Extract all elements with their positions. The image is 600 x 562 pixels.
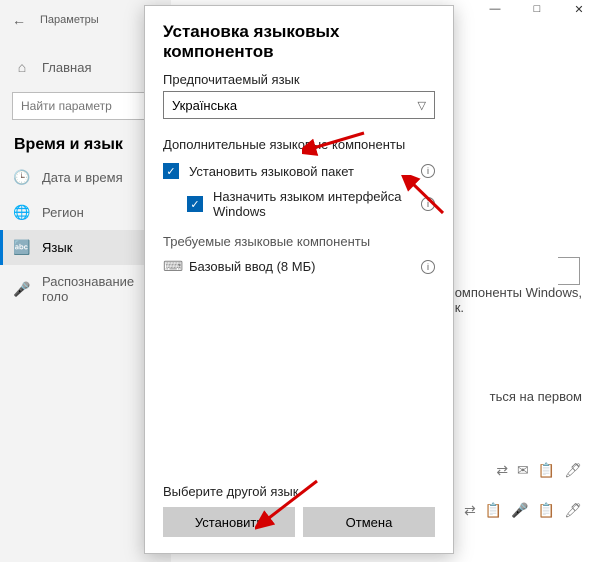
globe-icon: 🌐 — [14, 204, 30, 221]
choose-another-language-link[interactable]: Выберите другой язык — [163, 484, 435, 499]
info-icon[interactable]: i — [421, 197, 435, 211]
language-combobox[interactable]: Українська ▽ — [163, 91, 435, 119]
option-install-language-pack[interactable]: ✓ Установить языковой пакет i — [163, 158, 435, 184]
sync-icon: ⇄ — [496, 462, 508, 479]
sidebar-item-label: Регион — [42, 205, 84, 220]
option-label: Назначить языком интерфейса Windows — [213, 189, 435, 219]
feature-icon-row: ⇄ 📋 🎤 📋 🖊 — [464, 502, 582, 519]
pen-icon: 🖊 — [564, 462, 582, 479]
back-arrow-icon[interactable]: ← — [12, 12, 26, 28]
keyboard-icon: ⌨ — [163, 258, 179, 275]
info-icon[interactable]: i — [421, 164, 435, 178]
search-container — [12, 92, 159, 120]
option-label: Установить языковой пакет — [189, 164, 354, 179]
sidebar-item-label: Дата и время — [42, 170, 123, 185]
feature-icon-row: ⇄ ✉ 📋 🖊 — [496, 462, 582, 479]
sidebar-item-label: Главная — [42, 60, 91, 75]
dialog-title: Установка языковых компонентов — [163, 22, 435, 62]
sync-icon: ⇄ — [464, 502, 476, 519]
cancel-button[interactable]: Отмена — [303, 507, 435, 537]
dialog-button-row: Установить Отмена — [163, 507, 435, 537]
dialog-body: Установка языковых компонентов Предпочит… — [145, 6, 453, 474]
mic-icon: 🎤 — [511, 502, 528, 519]
home-icon: ⌂ — [14, 59, 30, 75]
required-basic-input: ⌨ Базовый ввод (8 МБ) i — [163, 253, 435, 280]
required-components-heading: Требуемые языковые компоненты — [163, 234, 435, 249]
language-icon: 🔤 — [14, 239, 30, 256]
mic-icon: 🎤 — [14, 281, 30, 298]
install-button[interactable]: Установить — [163, 507, 295, 537]
app-title: Параметры — [40, 14, 99, 26]
clock-icon: 🕒 — [14, 169, 30, 186]
text-fragment: ться на первом — [490, 389, 582, 404]
clipboard-icon: 📋 — [538, 502, 555, 519]
close-button[interactable]: ✕ — [558, 0, 600, 18]
info-icon[interactable]: i — [421, 260, 435, 274]
checkbox-checked-icon[interactable]: ✓ — [163, 163, 179, 179]
dropdown-fragment — [558, 257, 580, 285]
dialog-footer: Выберите другой язык Установить Отмена — [145, 474, 453, 553]
maximize-button[interactable]: □ — [516, 0, 558, 18]
sidebar-item-label: Распознавание голо — [42, 274, 157, 304]
pen-icon: 🖊 — [564, 502, 582, 519]
window-controls: — □ ✕ — [474, 0, 600, 18]
checkbox-checked-icon[interactable]: ✓ — [187, 196, 203, 212]
clipboard-icon: 📋 — [485, 502, 502, 519]
clipboard-icon: 📋 — [538, 462, 555, 479]
combobox-value: Українська — [172, 98, 237, 113]
install-language-dialog: Установка языковых компонентов Предпочит… — [144, 5, 454, 554]
search-input[interactable] — [12, 92, 159, 120]
minimize-button[interactable]: — — [474, 0, 516, 18]
optional-components-heading: Дополнительные языковые компоненты — [163, 137, 435, 152]
text-fragment: омпоненты Windows, к. — [455, 285, 582, 315]
mail-icon: ✉ — [517, 462, 529, 479]
option-set-display-language[interactable]: ✓ Назначить языком интерфейса Windows i — [163, 184, 435, 224]
required-label: Базовый ввод (8 МБ) — [189, 259, 315, 274]
chevron-down-icon: ▽ — [418, 99, 426, 112]
preferred-language-label: Предпочитаемый язык — [163, 72, 435, 87]
sidebar-item-label: Язык — [42, 240, 72, 255]
